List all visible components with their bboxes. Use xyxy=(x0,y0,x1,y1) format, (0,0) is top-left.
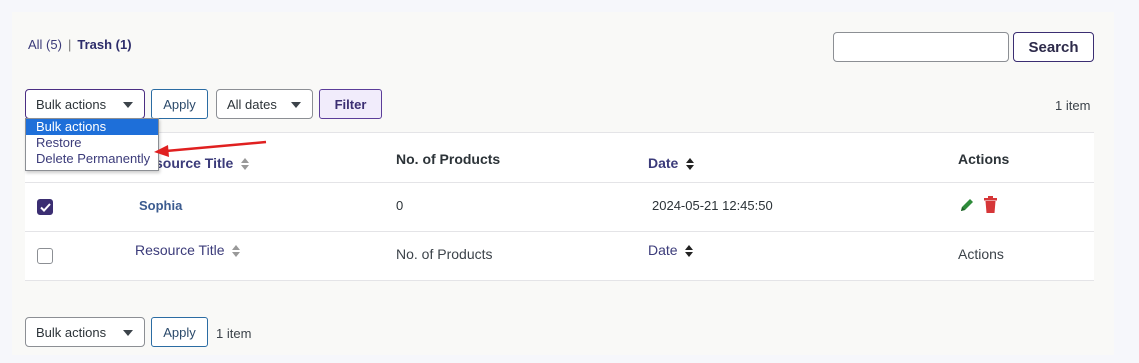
dropdown-option-bulk-actions[interactable]: Bulk actions xyxy=(26,119,158,135)
apply-button-bottom[interactable]: Apply xyxy=(151,317,208,347)
footer-header-actions: Actions xyxy=(958,246,1004,262)
edit-icon[interactable] xyxy=(959,197,975,216)
view-trash-link[interactable]: Trash (1) xyxy=(77,37,131,52)
bulk-actions-value: Bulk actions xyxy=(36,96,107,112)
footer-header-date-label: Date xyxy=(648,242,678,258)
bulk-actions-dropdown: Bulk actions Restore Delete Permanently xyxy=(25,118,159,171)
views-separator: | xyxy=(67,37,72,52)
dropdown-option-delete-permanently[interactable]: Delete Permanently xyxy=(26,151,158,167)
apply-button[interactable]: Apply xyxy=(151,89,208,119)
row-checkbox[interactable] xyxy=(37,199,53,215)
row-products: 0 xyxy=(396,198,404,213)
filter-button[interactable]: Filter xyxy=(319,89,382,119)
footer-header-products: No. of Products xyxy=(396,246,493,262)
column-header-date-label: Date xyxy=(648,155,679,171)
status-views: All (5) | Trash (1) xyxy=(28,37,132,52)
chevron-down-icon xyxy=(123,102,133,108)
table-bottom-border xyxy=(25,280,1094,281)
header-divider xyxy=(25,182,1094,183)
footer-header-title[interactable]: Resource Title xyxy=(135,242,241,258)
chevron-down-icon xyxy=(291,102,301,108)
dropdown-option-restore[interactable]: Restore xyxy=(26,135,158,151)
footer-header-date[interactable]: Date xyxy=(648,242,694,258)
row-title-link[interactable]: Sophia xyxy=(139,198,182,213)
sort-icon xyxy=(685,245,694,258)
row-date: 2024-05-21 12:45:50 xyxy=(652,198,773,213)
column-header-date[interactable]: Date xyxy=(648,155,695,171)
sort-icon xyxy=(686,158,695,171)
search-input[interactable] xyxy=(833,32,1009,62)
sort-icon xyxy=(241,158,250,171)
column-header-products: No. of Products xyxy=(396,151,501,167)
row-divider xyxy=(25,231,1094,232)
search-button[interactable]: Search xyxy=(1013,32,1094,62)
annotation-arrow-icon xyxy=(154,140,267,157)
bulk-actions-select[interactable]: Bulk actions xyxy=(25,89,145,119)
dates-filter-select[interactable]: All dates xyxy=(216,89,313,119)
footer-header-title-label: Resource Title xyxy=(135,242,225,258)
chevron-down-icon xyxy=(123,330,133,336)
sort-icon xyxy=(232,245,241,258)
select-all-checkbox[interactable] xyxy=(37,248,53,264)
item-count: 1 item xyxy=(1055,98,1091,113)
dates-filter-value: All dates xyxy=(227,96,277,112)
bulk-actions-bottom-value: Bulk actions xyxy=(36,324,107,340)
bulk-actions-select-bottom[interactable]: Bulk actions xyxy=(25,317,145,347)
check-icon xyxy=(39,202,51,212)
item-count-bottom: 1 item xyxy=(216,326,252,341)
column-header-actions: Actions xyxy=(958,151,1010,167)
trash-icon[interactable] xyxy=(983,196,998,216)
view-all-link[interactable]: All (5) xyxy=(28,37,62,52)
